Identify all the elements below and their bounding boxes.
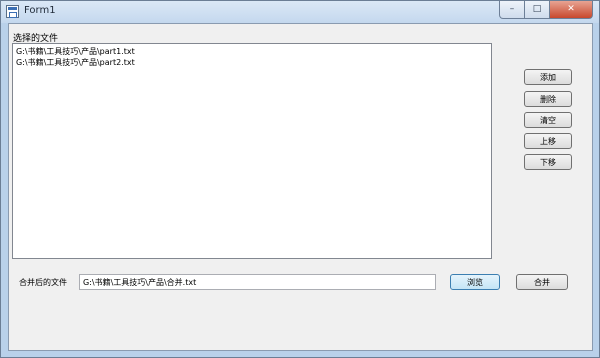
app-window: Form1 – □ ✕ 选择的文件 G:\书籍\工具技巧\产品\part1.tx… — [0, 0, 600, 358]
clear-button[interactable]: 清空 — [524, 112, 572, 128]
title-bar[interactable]: Form1 – □ ✕ — [1, 1, 599, 23]
minimize-button[interactable]: – — [499, 1, 525, 19]
minimize-icon: – — [509, 4, 515, 14]
window-controls: – □ ✕ — [499, 1, 593, 19]
close-icon: ✕ — [567, 4, 575, 14]
browse-button[interactable]: 浏览 — [450, 274, 500, 290]
maximize-button[interactable]: □ — [525, 1, 550, 19]
window-title: Form1 — [24, 5, 56, 16]
add-button[interactable]: 添加 — [524, 69, 572, 85]
merged-file-label: 合并后的文件 — [19, 278, 67, 287]
delete-button[interactable]: 删除 — [524, 91, 572, 107]
close-button[interactable]: ✕ — [550, 1, 593, 19]
file-list[interactable]: G:\书籍\工具技巧\产品\part1.txt G:\书籍\工具技巧\产品\pa… — [12, 43, 492, 259]
move-up-button[interactable]: 上移 — [524, 133, 572, 149]
maximize-icon: □ — [532, 4, 542, 14]
move-down-button[interactable]: 下移 — [524, 154, 572, 170]
app-icon — [6, 5, 19, 18]
list-item[interactable]: G:\书籍\工具技巧\产品\part1.txt — [16, 46, 488, 57]
merge-button[interactable]: 合并 — [516, 274, 568, 290]
form-client-area: 选择的文件 G:\书籍\工具技巧\产品\part1.txt G:\书籍\工具技巧… — [8, 23, 593, 351]
list-item[interactable]: G:\书籍\工具技巧\产品\part2.txt — [16, 57, 488, 68]
merged-file-path-input[interactable] — [79, 274, 436, 290]
